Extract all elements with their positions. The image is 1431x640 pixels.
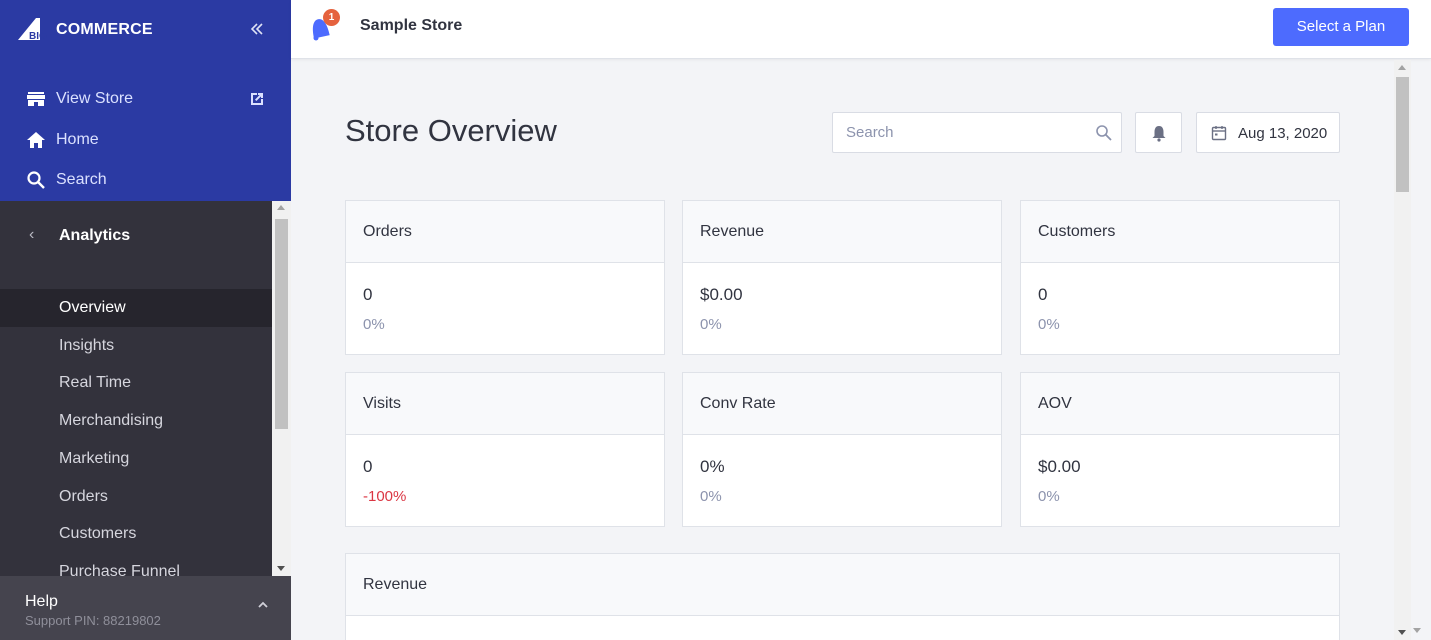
select-plan-button[interactable]: Select a Plan [1273, 8, 1409, 46]
nav-search[interactable]: Search [0, 162, 291, 198]
sidebar-top: BIG COMMERCE View Store Home Search [0, 0, 291, 201]
notification-button[interactable]: 1 [308, 9, 344, 41]
kpi-card-visits[interactable]: Visits 0 -100% [345, 372, 665, 527]
sidebar-item-label: Purchase Funnel [59, 563, 180, 576]
chevron-up-icon [258, 601, 268, 608]
kpi-card-value: $0.00 [700, 285, 743, 304]
kpi-card-title: Conv Rate [700, 395, 776, 412]
kpi-card-title: Visits [363, 395, 401, 412]
storefront-icon [27, 92, 45, 106]
date-picker-button[interactable]: Aug 13, 2020 [1196, 112, 1340, 153]
page-title: Store Overview [345, 113, 557, 148]
revenue-section: Revenue [345, 553, 1340, 640]
kpi-card-conv-rate[interactable]: Conv Rate 0% 0% [682, 372, 1002, 527]
logo-text: COMMERCE [56, 21, 153, 38]
analytics-section-label: Analytics [59, 227, 131, 244]
sidebar-item-label: Overview [59, 299, 126, 316]
home-icon [27, 132, 45, 148]
sidebar-item-label: Insights [59, 337, 115, 354]
analytics-section-header[interactable]: ‹ Analytics [0, 216, 272, 258]
store-name: Sample Store [360, 17, 463, 34]
kpi-card-value: 0 [1038, 285, 1048, 304]
date-label: Aug 13, 2020 [1238, 125, 1328, 142]
kpi-card-header: AOV [1021, 373, 1339, 435]
alerts-button[interactable] [1135, 112, 1182, 153]
kpi-card-header: Revenue [683, 201, 1001, 263]
sidebar: BIG COMMERCE View Store Home Search ‹ An… [0, 0, 291, 640]
sidebar-item-customers[interactable]: Customers [0, 515, 272, 553]
main-scrollbar[interactable] [1394, 60, 1411, 640]
kpi-card-change: 0% [700, 316, 722, 333]
sidebar-item-marketing[interactable]: Marketing [0, 440, 272, 478]
kpi-card-value: 0 [363, 457, 373, 476]
nav-view-store-label: View Store [56, 90, 134, 107]
kpi-card-value: 0% [700, 457, 725, 476]
scroll-up-arrow-icon[interactable] [1398, 65, 1406, 70]
help-panel[interactable]: Help Support PIN: 88219802 [0, 576, 291, 640]
sidebar-scrollbar[interactable] [272, 201, 291, 576]
chevron-left-icon: ‹ [29, 226, 35, 243]
kpi-card-title: Revenue [700, 223, 765, 240]
kpi-card-value: $0.00 [1038, 457, 1081, 476]
logo-mark-icon: BIG [18, 18, 47, 42]
kpi-card-header: Customers [1021, 201, 1339, 263]
kpi-card-title: AOV [1038, 395, 1072, 412]
nav-home-label: Home [56, 131, 99, 148]
search-box[interactable] [832, 112, 1122, 153]
sidebar-item-label: Orders [59, 488, 108, 505]
external-link-icon[interactable] [248, 90, 266, 108]
notification-badge: 1 [323, 9, 340, 26]
kpi-card-header: Visits [346, 373, 664, 435]
kpi-card-customers[interactable]: Customers 0 0% [1020, 200, 1340, 355]
sidebar-item-insights[interactable]: Insights [0, 327, 272, 365]
sidebar-item-label: Real Time [59, 374, 132, 391]
scroll-up-arrow-icon[interactable] [277, 205, 285, 210]
calendar-icon [1211, 126, 1227, 141]
bigcommerce-logo[interactable]: BIG COMMERCE [16, 14, 156, 44]
scroll-down-arrow-icon[interactable] [1398, 630, 1406, 635]
kpi-card-title: Customers [1038, 223, 1116, 240]
kpi-card-change: 0% [700, 488, 722, 505]
sidebar-item-real-time[interactable]: Real Time [0, 364, 272, 402]
kpi-card-value: 0 [363, 285, 373, 304]
kpi-card-revenue[interactable]: Revenue $0.00 0% [682, 200, 1002, 355]
kpi-card-header: Orders [346, 201, 664, 263]
kpi-card-change: 0% [1038, 316, 1060, 333]
scrollbar-thumb[interactable] [1396, 77, 1409, 192]
help-label: Help [25, 593, 58, 610]
nav-search-label: Search [56, 171, 107, 188]
bell-icon [1152, 126, 1166, 142]
revenue-section-title: Revenue [363, 576, 428, 593]
kpi-card-change: 0% [1038, 488, 1060, 505]
scrollbar-thumb[interactable] [275, 219, 288, 429]
support-pin: Support PIN: 88219802 [25, 613, 161, 628]
nav-home[interactable]: Home [0, 122, 291, 158]
revenue-section-header: Revenue [346, 554, 1339, 616]
logo-mark-text: BIG [29, 31, 47, 42]
kpi-card-change: -100% [363, 488, 407, 505]
kpi-card-header: Conv Rate [683, 373, 1001, 435]
sidebar-item-purchase-funnel[interactable]: Purchase Funnel [0, 553, 272, 576]
nav-view-store[interactable]: View Store [0, 81, 291, 117]
kpi-card-orders[interactable]: Orders 0 0% [345, 200, 665, 355]
scroll-down-arrow-icon[interactable] [277, 566, 285, 571]
search-input[interactable] [833, 113, 1083, 152]
double-chevron-left-icon [250, 23, 263, 35]
sidebar-item-orders[interactable]: Orders [0, 478, 272, 516]
search-icon [27, 171, 45, 189]
sidebar-item-label: Merchandising [59, 412, 164, 429]
search-icon[interactable] [1095, 124, 1113, 142]
kpi-card-change: 0% [363, 316, 385, 333]
sidebar-item-label: Marketing [59, 450, 130, 467]
collapse-sidebar-button[interactable] [246, 18, 268, 40]
top-header: 1 Sample Store Select a Plan [291, 0, 1431, 59]
sidebar-item-overview[interactable]: Overview [0, 289, 272, 327]
outer-scroll-down-arrow-icon[interactable] [1413, 628, 1421, 633]
sidebar-item-merchandising[interactable]: Merchandising [0, 402, 272, 440]
sidebar-item-label: Customers [59, 525, 137, 542]
kpi-card-title: Orders [363, 223, 412, 240]
kpi-card-aov[interactable]: AOV $0.00 0% [1020, 372, 1340, 527]
